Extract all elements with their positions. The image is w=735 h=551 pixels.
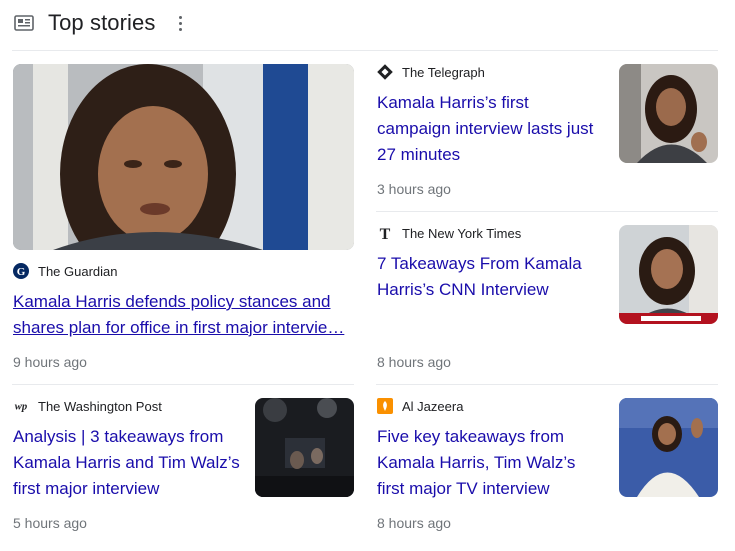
story-headline-wapo[interactable]: Analysis | 3 takeaways from Kamala Harri… [13, 424, 241, 502]
nyt-logo-icon: T [377, 225, 393, 241]
story-source-aljazeera: Al Jazeera [377, 398, 463, 414]
source-name: The New York Times [402, 225, 522, 241]
divider [376, 211, 718, 212]
wapo-logo-icon: wp [13, 398, 29, 414]
divider [376, 384, 718, 385]
story-thumbnail-aljazeera[interactable] [619, 398, 718, 497]
svg-text:wp: wp [15, 402, 27, 413]
story-headline-aljazeera[interactable]: Five key takeaways from Kamala Harris, T… [377, 424, 597, 502]
story-thumbnail-telegraph[interactable] [619, 64, 718, 163]
story-source-telegraph: The Telegraph [377, 64, 485, 80]
aljazeera-logo-icon [377, 398, 393, 414]
source-name: The Telegraph [402, 64, 485, 80]
story-source-wapo: wp The Washington Post [13, 398, 162, 414]
story-source-nyt: T The New York Times [377, 225, 522, 242]
story-time-nyt: 8 hours ago [377, 354, 451, 370]
story-time-guardian: 9 hours ago [13, 354, 87, 370]
svg-text:G: G [17, 266, 26, 278]
svg-text:T: T [380, 226, 391, 241]
story-source-guardian: G The Guardian [13, 263, 118, 279]
telegraph-logo-icon [377, 64, 393, 80]
story-time-wapo: 5 hours ago [13, 515, 87, 531]
more-vert-icon[interactable] [175, 12, 186, 35]
story-headline-nyt[interactable]: 7 Takeaways From Kamala Harris’s CNN Int… [377, 251, 599, 303]
story-time-aljazeera: 8 hours ago [377, 515, 451, 531]
source-name: The Guardian [38, 263, 118, 279]
guardian-logo-icon: G [13, 263, 29, 279]
story-thumbnail-nyt[interactable] [619, 225, 718, 324]
story-time-telegraph: 3 hours ago [377, 181, 451, 197]
source-name: The Washington Post [38, 398, 162, 414]
story-headline-telegraph[interactable]: Kamala Harris’s first campaign interview… [377, 90, 605, 168]
newspaper-icon [14, 15, 34, 31]
story-headline-guardian[interactable]: Kamala Harris defends policy stances and… [13, 289, 353, 341]
story-image-guardian[interactable] [13, 64, 354, 250]
story-thumbnail-wapo[interactable] [255, 398, 354, 497]
header-divider [12, 50, 718, 51]
source-name: Al Jazeera [402, 398, 464, 414]
section-title: Top stories [48, 10, 156, 35]
top-stories-header: Top stories [14, 7, 186, 39]
divider [12, 384, 354, 385]
